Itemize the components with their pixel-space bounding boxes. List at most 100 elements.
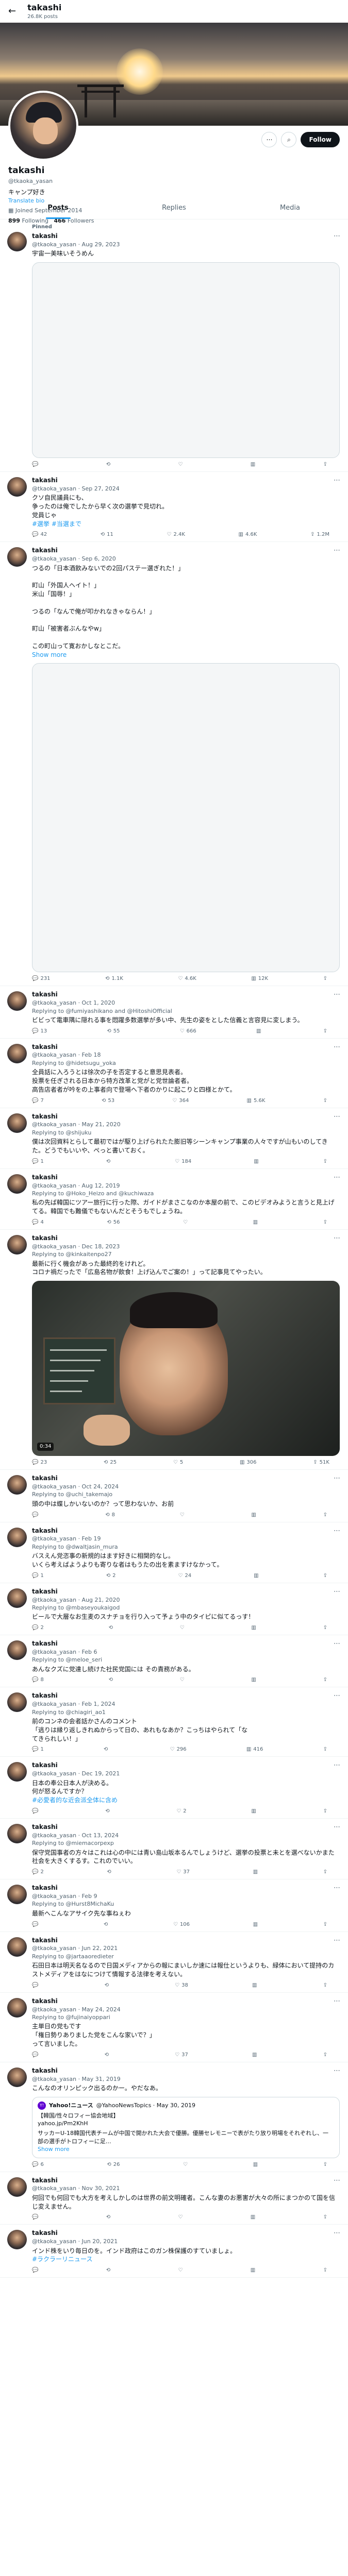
reply-context[interactable]: Replying to @miemacorpexp bbox=[32, 1839, 340, 1847]
tweet-author-name[interactable]: takashi bbox=[32, 1823, 340, 1832]
tweet-author-name[interactable]: takashi bbox=[32, 546, 340, 555]
like-action[interactable]: ♡ bbox=[178, 2214, 185, 2221]
tweet-avatar[interactable] bbox=[7, 1475, 27, 1495]
tweet[interactable]: ⋯ takashi @tkaoka_yasan · Dec 19, 2021 日本の奉… bbox=[0, 1757, 348, 1819]
reply-context[interactable]: Replying to @fumiyashikano and @HitoshiO… bbox=[32, 1007, 340, 1015]
repost-action[interactable]: ⟲ 1.1K bbox=[105, 975, 123, 982]
tweet[interactable]: ⋯ takashi @tkaoka_yasan · Dec 18, 2023 Repl… bbox=[0, 1230, 348, 1470]
more-icon[interactable]: ⋯ bbox=[334, 1997, 341, 2006]
repost-action[interactable]: ⟲ 11 bbox=[101, 531, 113, 538]
tweet-avatar[interactable] bbox=[7, 2230, 27, 2250]
views-action[interactable]: ▥ 5.6K bbox=[246, 1097, 265, 1105]
like-action[interactable]: ♡ 37 bbox=[176, 1869, 190, 1876]
like-action[interactable]: ♡ 666 bbox=[180, 1028, 196, 1035]
views-action[interactable]: ▥ bbox=[253, 1869, 260, 1876]
reply-action[interactable]: 💬 bbox=[32, 1921, 40, 1928]
tweet[interactable]: ⋯ takashi @tkaoka_yasan · Feb 1, 2024 Reply… bbox=[0, 1687, 348, 1757]
reply-context[interactable]: Replying to @Hoko_Heizo and @kuchiwaza bbox=[32, 1190, 340, 1197]
tab-media[interactable]: Media bbox=[232, 198, 348, 219]
bookmark-action[interactable]: ⇪ bbox=[323, 2052, 329, 2059]
profile-avatar[interactable] bbox=[8, 91, 78, 161]
tweet-link[interactable]: #ラクラーリニュース bbox=[32, 2255, 340, 2264]
views-action[interactable]: ▥ bbox=[251, 1808, 258, 1815]
bookmark-action[interactable]: ⇪ 51K bbox=[313, 1459, 329, 1466]
tweet-avatar[interactable] bbox=[7, 1588, 27, 1608]
reply-action[interactable]: 💬 6 bbox=[32, 2161, 44, 2168]
reply-action[interactable]: 💬 231 bbox=[32, 975, 51, 982]
tweet[interactable]: ⋯ takashi @tkaoka_yasan · Jun 20, 2021 インド株… bbox=[0, 2225, 348, 2278]
repost-action[interactable]: ⟲ bbox=[107, 1869, 113, 1876]
reply-context[interactable]: Replying to @jartaaoredieter bbox=[32, 1953, 340, 1960]
like-action[interactable]: ♡ bbox=[180, 1512, 187, 1519]
tweet-avatar[interactable] bbox=[7, 1762, 27, 1782]
tweet-author-name[interactable]: takashi bbox=[32, 1884, 340, 1892]
reply-action[interactable]: 💬 1 bbox=[32, 1746, 44, 1753]
like-action[interactable]: ♡ 37 bbox=[175, 2052, 188, 2059]
views-action[interactable]: ▥ bbox=[253, 1219, 260, 1226]
tweet-avatar[interactable] bbox=[7, 1692, 27, 1713]
views-action[interactable]: ▥ bbox=[251, 1676, 258, 1684]
views-action[interactable]: ▥ bbox=[254, 1158, 260, 1165]
bookmark-action[interactable]: ⇪ 1.2M bbox=[310, 531, 329, 538]
tweet-author-name[interactable]: takashi bbox=[32, 1691, 340, 1700]
repost-action[interactable]: ⟲ bbox=[106, 1158, 112, 1165]
tweet-author-name[interactable]: takashi bbox=[32, 2176, 340, 2185]
tweet-avatar[interactable] bbox=[7, 1174, 27, 1194]
tweet-avatar[interactable] bbox=[7, 1824, 27, 1844]
views-action[interactable]: ▥ bbox=[253, 2161, 260, 2168]
views-action[interactable]: ▥ 12K bbox=[251, 975, 268, 982]
views-action[interactable]: ▥ bbox=[251, 2214, 257, 2221]
like-action[interactable]: ♡ bbox=[178, 461, 185, 468]
reply-context[interactable]: Replying to @Hurst8MichaKu bbox=[32, 1900, 340, 1908]
like-action[interactable]: ♡ bbox=[178, 2267, 185, 2274]
repost-action[interactable]: ⟲ 2 bbox=[106, 1572, 116, 1580]
reply-action[interactable]: 💬 bbox=[32, 1982, 40, 1989]
tweet[interactable]: ⋯ takashi @tkaoka_yasan · Feb 19 Replying t… bbox=[0, 1522, 348, 1583]
tweet[interactable]: ⋯ takashi @tkaoka_yasan · May 21, 2020 Repl… bbox=[0, 1108, 348, 1169]
tweet-author-name[interactable]: takashi bbox=[32, 1112, 340, 1121]
bookmark-action[interactable]: ⇪ bbox=[323, 1572, 329, 1580]
more-icon[interactable]: ⋯ bbox=[334, 1639, 341, 1649]
more-icon[interactable]: ⋯ bbox=[334, 2066, 341, 2076]
reply-action[interactable]: 💬 1 bbox=[32, 1572, 44, 1580]
tweet-video[interactable]: 0:34 bbox=[32, 1281, 340, 1456]
tweet-avatar[interactable] bbox=[7, 991, 27, 1011]
tweet-author-name[interactable]: takashi bbox=[32, 232, 340, 241]
bookmark-action[interactable]: ⇪ bbox=[323, 2214, 329, 2221]
tweet[interactable]: ⋯ takashi @tkaoka_yasan · Sep 6, 2020 つるの「日… bbox=[0, 542, 348, 987]
repost-action[interactable]: ⟲ bbox=[105, 1808, 111, 1815]
repost-action[interactable]: ⟲ bbox=[106, 461, 112, 468]
tweet-media[interactable] bbox=[32, 262, 340, 458]
tweet-author-name[interactable]: takashi bbox=[32, 1474, 340, 1483]
tweet-author-name[interactable]: takashi bbox=[32, 1527, 340, 1535]
views-action[interactable]: ▥ bbox=[251, 1512, 258, 1519]
tweet-avatar[interactable] bbox=[7, 1937, 27, 1957]
views-action[interactable]: ▥ bbox=[251, 1624, 258, 1632]
tweet-author-name[interactable]: takashi bbox=[32, 1587, 340, 1596]
more-icon[interactable]: ⋯ bbox=[334, 1884, 341, 1893]
tweet-link[interactable]: #選挙 #当選まで bbox=[32, 520, 340, 529]
like-action[interactable]: ♡ 2 bbox=[176, 1808, 186, 1815]
search-icon[interactable]: ⌕ bbox=[281, 132, 297, 147]
repost-action[interactable]: ⟲ 25 bbox=[104, 1459, 117, 1466]
more-icon[interactable]: ⋯ bbox=[334, 990, 341, 999]
tweet-avatar[interactable] bbox=[7, 477, 27, 497]
bookmark-action[interactable]: ⇪ bbox=[323, 1746, 329, 1753]
tweet-link[interactable]: #必愛者的な近会派全体に含め bbox=[32, 1796, 340, 1805]
views-action[interactable]: ▥ 4.6K bbox=[239, 531, 257, 538]
more-icon[interactable]: ⋯ bbox=[334, 1936, 341, 1945]
more-icon[interactable]: ⋯ bbox=[334, 1691, 341, 1701]
quoted-show-more[interactable]: Show more bbox=[38, 2145, 334, 2153]
repost-action[interactable]: ⟲ bbox=[105, 1982, 111, 1989]
reply-action[interactable]: 💬 bbox=[32, 2267, 40, 2274]
tweet-avatar[interactable] bbox=[7, 232, 27, 251]
views-action[interactable]: ▥ bbox=[256, 1028, 263, 1035]
bookmark-action[interactable]: ⇪ bbox=[323, 2161, 329, 2168]
reply-action[interactable]: 💬 42 bbox=[32, 531, 47, 538]
tweet[interactable]: ⋯ takashi @tkaoka_yasan · Feb 18 Replying t… bbox=[0, 1039, 348, 1108]
tweet[interactable]: ⋯ takashi @tkaoka_yasan · Sep 27, 2024 クソ自民… bbox=[0, 472, 348, 543]
tweet-avatar[interactable] bbox=[7, 547, 27, 567]
reply-action[interactable]: 💬 4 bbox=[32, 1219, 44, 1226]
views-action[interactable]: ▥ bbox=[252, 2052, 259, 2059]
reply-context[interactable]: Replying to @chiagiri_ao1 bbox=[32, 1708, 340, 1716]
